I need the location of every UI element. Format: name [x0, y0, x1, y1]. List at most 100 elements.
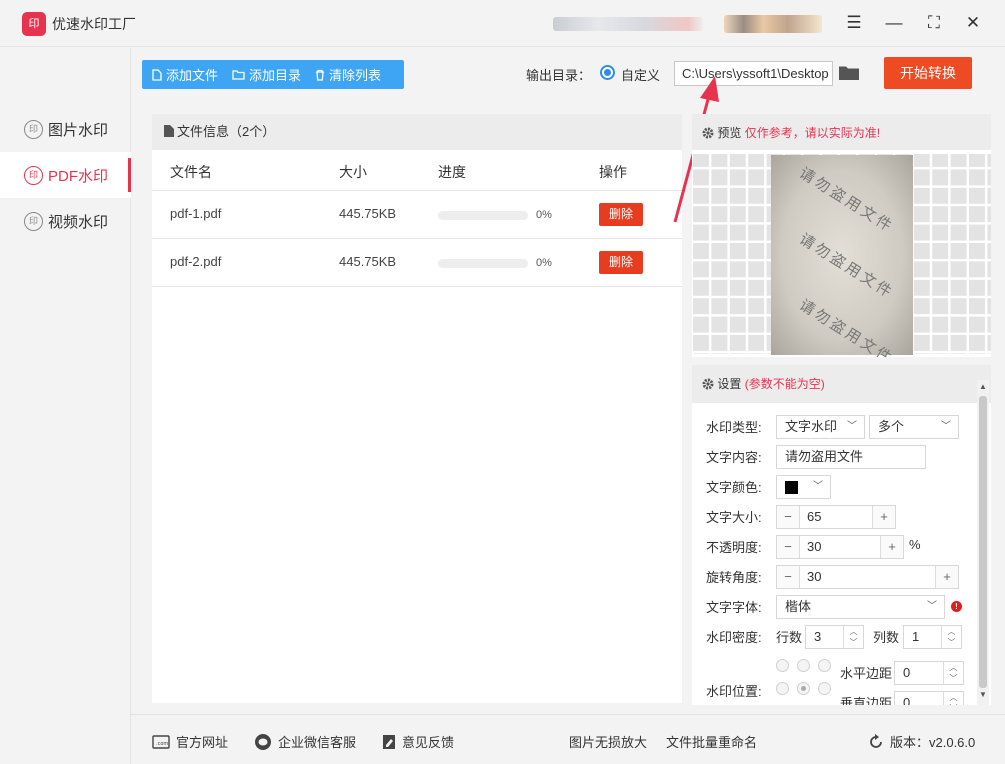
opacity-label: 不透明度: — [706, 540, 762, 555]
rotation-stepper[interactable]: −30 + — [776, 565, 959, 589]
sidebar-item-label: PDF水印 — [48, 167, 109, 185]
column-header-name: 文件名 — [170, 164, 212, 180]
position-dot[interactable] — [776, 682, 789, 695]
file-toolbar: 添加文件 添加目录 清除列表 — [142, 60, 404, 89]
close-icon[interactable]: ✕ — [960, 10, 986, 36]
text-size-stepper[interactable]: −65 + — [776, 505, 896, 529]
updown-arrows-icon[interactable]: ︿﹀ — [941, 626, 961, 648]
start-convert-button[interactable]: 开始转换 — [884, 57, 972, 89]
watermark-count-select[interactable]: 多个 ﹀ — [869, 415, 959, 439]
watermark-type-label: 水印类型: — [706, 420, 762, 435]
minus-icon[interactable]: − — [777, 506, 800, 528]
folder-icon — [232, 70, 245, 80]
plus-icon[interactable]: + — [880, 536, 903, 558]
add-directory-button[interactable]: 添加目录 — [232, 65, 301, 84]
text-size-label: 文字大小: — [706, 510, 762, 525]
version-info: 版本：v2.0.6.0 — [868, 732, 975, 751]
scroll-down-icon[interactable]: ▼ — [977, 690, 989, 702]
minus-icon[interactable]: − — [777, 536, 800, 558]
rows-value: 3 — [814, 629, 822, 644]
rows-label: 行数 — [776, 630, 803, 645]
file-name: pdf-1.pdf — [170, 206, 222, 221]
stamp-icon: 印 — [24, 211, 43, 231]
sidebar-item-pdf-watermark[interactable]: 印 PDF水印 — [0, 152, 131, 198]
horizontal-margin-value: 0 — [903, 665, 911, 680]
font-label: 文字字体: — [706, 600, 762, 615]
vertical-margin-value: 0 — [903, 695, 911, 705]
sidebar-item-label: 视频水印 — [48, 213, 109, 231]
gear-icon — [702, 378, 714, 390]
position-dot[interactable] — [797, 659, 810, 672]
updown-arrows-icon[interactable]: ︿﹀ — [943, 662, 963, 684]
feedback-icon — [383, 734, 395, 749]
watermark-count-value: 多个 — [878, 419, 905, 434]
maximize-icon[interactable]: ⛶ — [921, 10, 947, 36]
cols-stepper[interactable]: 1 ︿ ﹀ — [903, 625, 962, 649]
official-website-link[interactable]: .com 官方网址 — [152, 732, 228, 751]
cols-label: 列数 — [873, 630, 900, 645]
footer-bar: .com 官方网址 企业微信客服 意见反馈 图片无损放大 文件批量重命名 版本：… — [131, 714, 1005, 764]
watermark-type-select[interactable]: 文字水印 ﹀ — [776, 415, 865, 439]
chevron-down-icon: ﹀ — [813, 481, 823, 492]
position-dot[interactable] — [818, 682, 831, 695]
plus-icon[interactable]: + — [872, 506, 895, 528]
app-logo: 印 — [22, 12, 46, 36]
feedback-link[interactable]: 意见反馈 — [382, 732, 454, 751]
font-value: 楷体 — [785, 599, 812, 614]
scroll-up-icon[interactable]: ▲ — [977, 382, 989, 394]
position-dot[interactable] — [776, 659, 789, 672]
wechat-service-link[interactable]: 企业微信客服 — [254, 732, 356, 751]
column-header-action: 操作 — [599, 164, 627, 180]
minimize-icon[interactable]: — — [881, 10, 907, 36]
file-size: 445.75KB — [339, 206, 397, 221]
vertical-margin-stepper[interactable]: 0 ︿﹀ — [894, 691, 964, 705]
scrollbar-thumb[interactable] — [979, 396, 987, 688]
progress-percent: 0% — [536, 209, 552, 221]
text-content-input[interactable]: 请勿盗用文件 — [776, 445, 926, 469]
density-label: 水印密度: — [706, 630, 762, 645]
feedback-label: 意见反馈 — [402, 735, 455, 750]
user-account-blurred — [724, 15, 822, 33]
file-info-title: 文件信息（2个） — [177, 124, 276, 139]
position-dot-selected[interactable] — [797, 682, 810, 695]
position-dot[interactable] — [818, 659, 831, 672]
updown-arrows-icon[interactable]: ︿﹀ — [843, 626, 863, 648]
vertical-margin-label: 垂直边距 — [840, 696, 893, 705]
custom-dir-radio-label[interactable]: 自定义 — [621, 65, 660, 84]
custom-dir-radio[interactable] — [600, 65, 615, 80]
official-website-label: 官方网址 — [176, 735, 229, 750]
delete-button[interactable]: 删除 — [599, 203, 643, 226]
folder-browse-icon[interactable] — [839, 65, 859, 80]
website-icon: .com — [152, 734, 170, 749]
text-content-label: 文字内容: — [706, 450, 762, 465]
opacity-stepper[interactable]: −30 + — [776, 535, 904, 559]
user-info-blurred — [553, 17, 703, 31]
opacity-unit: % — [909, 537, 921, 552]
text-color-picker[interactable]: ﹀ — [776, 475, 831, 499]
sidebar: 印 图片水印 印 PDF水印 印 视频水印 — [0, 48, 131, 764]
settings-header: 设置 (参数不能为空) — [692, 365, 991, 403]
settings-scrollbar[interactable]: ▲ ▼ — [977, 380, 989, 705]
preview-area: 请勿盗用文件 请勿盗用文件 请勿盗用文件 — [692, 150, 991, 357]
plus-icon[interactable]: + — [935, 566, 958, 588]
batch-rename-link[interactable]: 文件批量重命名 — [666, 732, 757, 751]
color-swatch — [785, 481, 798, 494]
image-enlarge-link[interactable]: 图片无损放大 — [569, 732, 647, 751]
sidebar-item-image-watermark[interactable]: 印 图片水印 — [0, 106, 131, 152]
sidebar-item-video-watermark[interactable]: 印 视频水印 — [0, 198, 131, 244]
delete-button[interactable]: 删除 — [599, 251, 643, 274]
horizontal-margin-stepper[interactable]: 0 ︿ ﹀ — [894, 661, 964, 685]
rows-stepper[interactable]: 3 ︿ ﹀ — [805, 625, 864, 649]
watermark-text: 请勿盗用文件 — [796, 163, 898, 237]
settings-title: 设置 — [717, 377, 742, 391]
output-path-input[interactable]: C:\Users\yssoft1\Desktop — [674, 61, 833, 86]
horizontal-margin-label: 水平边距 — [840, 666, 893, 681]
updown-arrows-icon[interactable]: ︿﹀ — [943, 692, 963, 705]
font-select[interactable]: 楷体 ﹀ — [776, 595, 945, 619]
add-file-label: 添加文件 — [166, 68, 219, 83]
clear-list-button[interactable]: 清除列表 — [315, 65, 381, 84]
file-icon — [152, 68, 162, 81]
menu-icon[interactable]: ☰ — [841, 10, 867, 36]
minus-icon[interactable]: − — [777, 566, 800, 588]
add-file-button[interactable]: 添加文件 — [152, 65, 218, 84]
